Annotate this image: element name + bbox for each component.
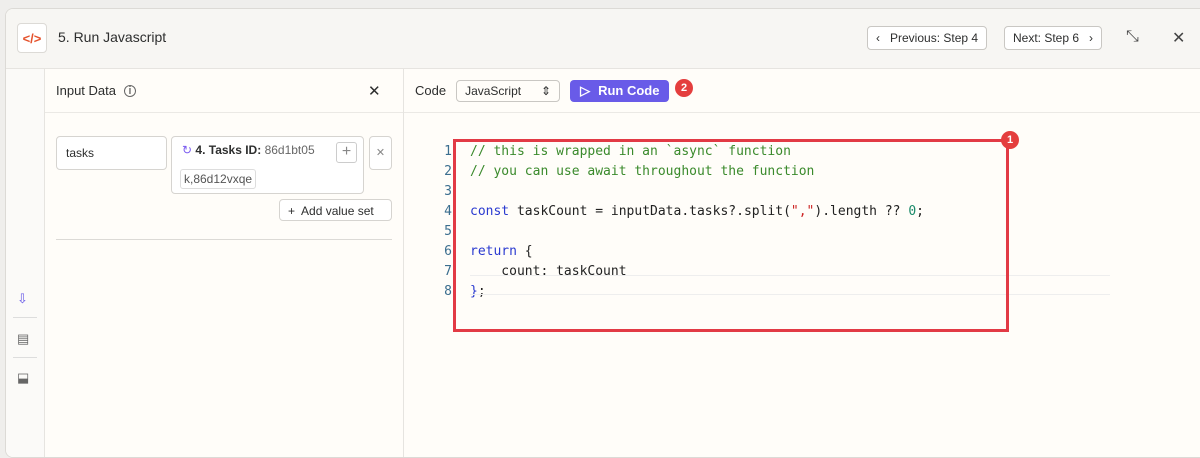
line-number: 6 xyxy=(444,244,452,259)
highlight-box xyxy=(453,139,1009,332)
collapse-icon[interactable]: ⤡ xyxy=(1126,28,1139,46)
line-number: 7 xyxy=(444,264,452,279)
code-icon: </> xyxy=(17,23,47,53)
line-number: 1 xyxy=(444,144,452,159)
left-rail: ⇩ ▤ ⬓ xyxy=(6,69,45,457)
input-data-panel: Input Data i ✕ tasks ↻ 4. Tasks ID: 86d1bt… xyxy=(45,69,404,457)
close-panel-icon[interactable]: ✕ xyxy=(368,82,381,100)
play-icon: ▷ xyxy=(580,82,591,98)
chevron-updown-icon: ⇕ xyxy=(541,83,552,98)
divider xyxy=(56,239,392,240)
key-input[interactable]: tasks xyxy=(56,136,167,170)
header: </> 5. Run Javascript ‹ Previous: Step 4 … xyxy=(6,9,1200,69)
add-value-set-button[interactable]: + Add value set xyxy=(279,199,392,221)
page-title: 5. Run Javascript xyxy=(58,29,167,45)
line-number: 3 xyxy=(444,184,452,199)
remove-row-button[interactable]: ✕ xyxy=(369,136,392,170)
code-panel: Code JavaScript ⇕ ▷ Run Code 2 1// this is… xyxy=(404,69,1200,457)
output-icon[interactable]: ⬓ xyxy=(17,370,29,386)
previous-step-button[interactable]: ‹ Previous: Step 4 xyxy=(867,26,988,50)
chevron-left-icon: ‹ xyxy=(876,31,880,45)
line-number: 4 xyxy=(444,204,452,219)
field-pill: ↻ 4. Tasks ID: 86d1bt05 xyxy=(182,143,315,157)
panel-title: Input Data xyxy=(56,83,116,98)
line-number: 2 xyxy=(444,164,452,179)
input-icon[interactable]: ⇩ xyxy=(17,291,28,307)
code-label: Code xyxy=(415,83,447,98)
line-number: 5 xyxy=(444,224,452,239)
window: </> 5. Run Javascript ‹ Previous: Step 4 … xyxy=(5,8,1200,458)
archive-icon[interactable]: ▤ xyxy=(17,331,29,347)
language-select[interactable]: JavaScript ⇕ xyxy=(456,79,561,102)
clickup-icon: ↻ xyxy=(182,143,193,157)
add-field-button[interactable]: + xyxy=(336,142,357,163)
run-code-button[interactable]: ▷ Run Code xyxy=(570,79,670,102)
chevron-right-icon: › xyxy=(1089,31,1094,45)
line-number: 8 xyxy=(444,284,452,299)
next-step-button[interactable]: Next: Step 6 › xyxy=(1004,26,1103,50)
annotation-badge: 2 xyxy=(675,79,693,97)
divider xyxy=(13,317,37,318)
divider xyxy=(13,357,37,358)
close-icon[interactable]: ✕ xyxy=(1172,28,1185,48)
plus-icon: + xyxy=(288,204,296,218)
value-input[interactable]: ↻ 4. Tasks ID: 86d1bt05 + k,86d12vxqe xyxy=(171,136,364,194)
annotation-badge: 1 xyxy=(1001,131,1019,149)
info-icon[interactable]: i xyxy=(124,84,136,97)
